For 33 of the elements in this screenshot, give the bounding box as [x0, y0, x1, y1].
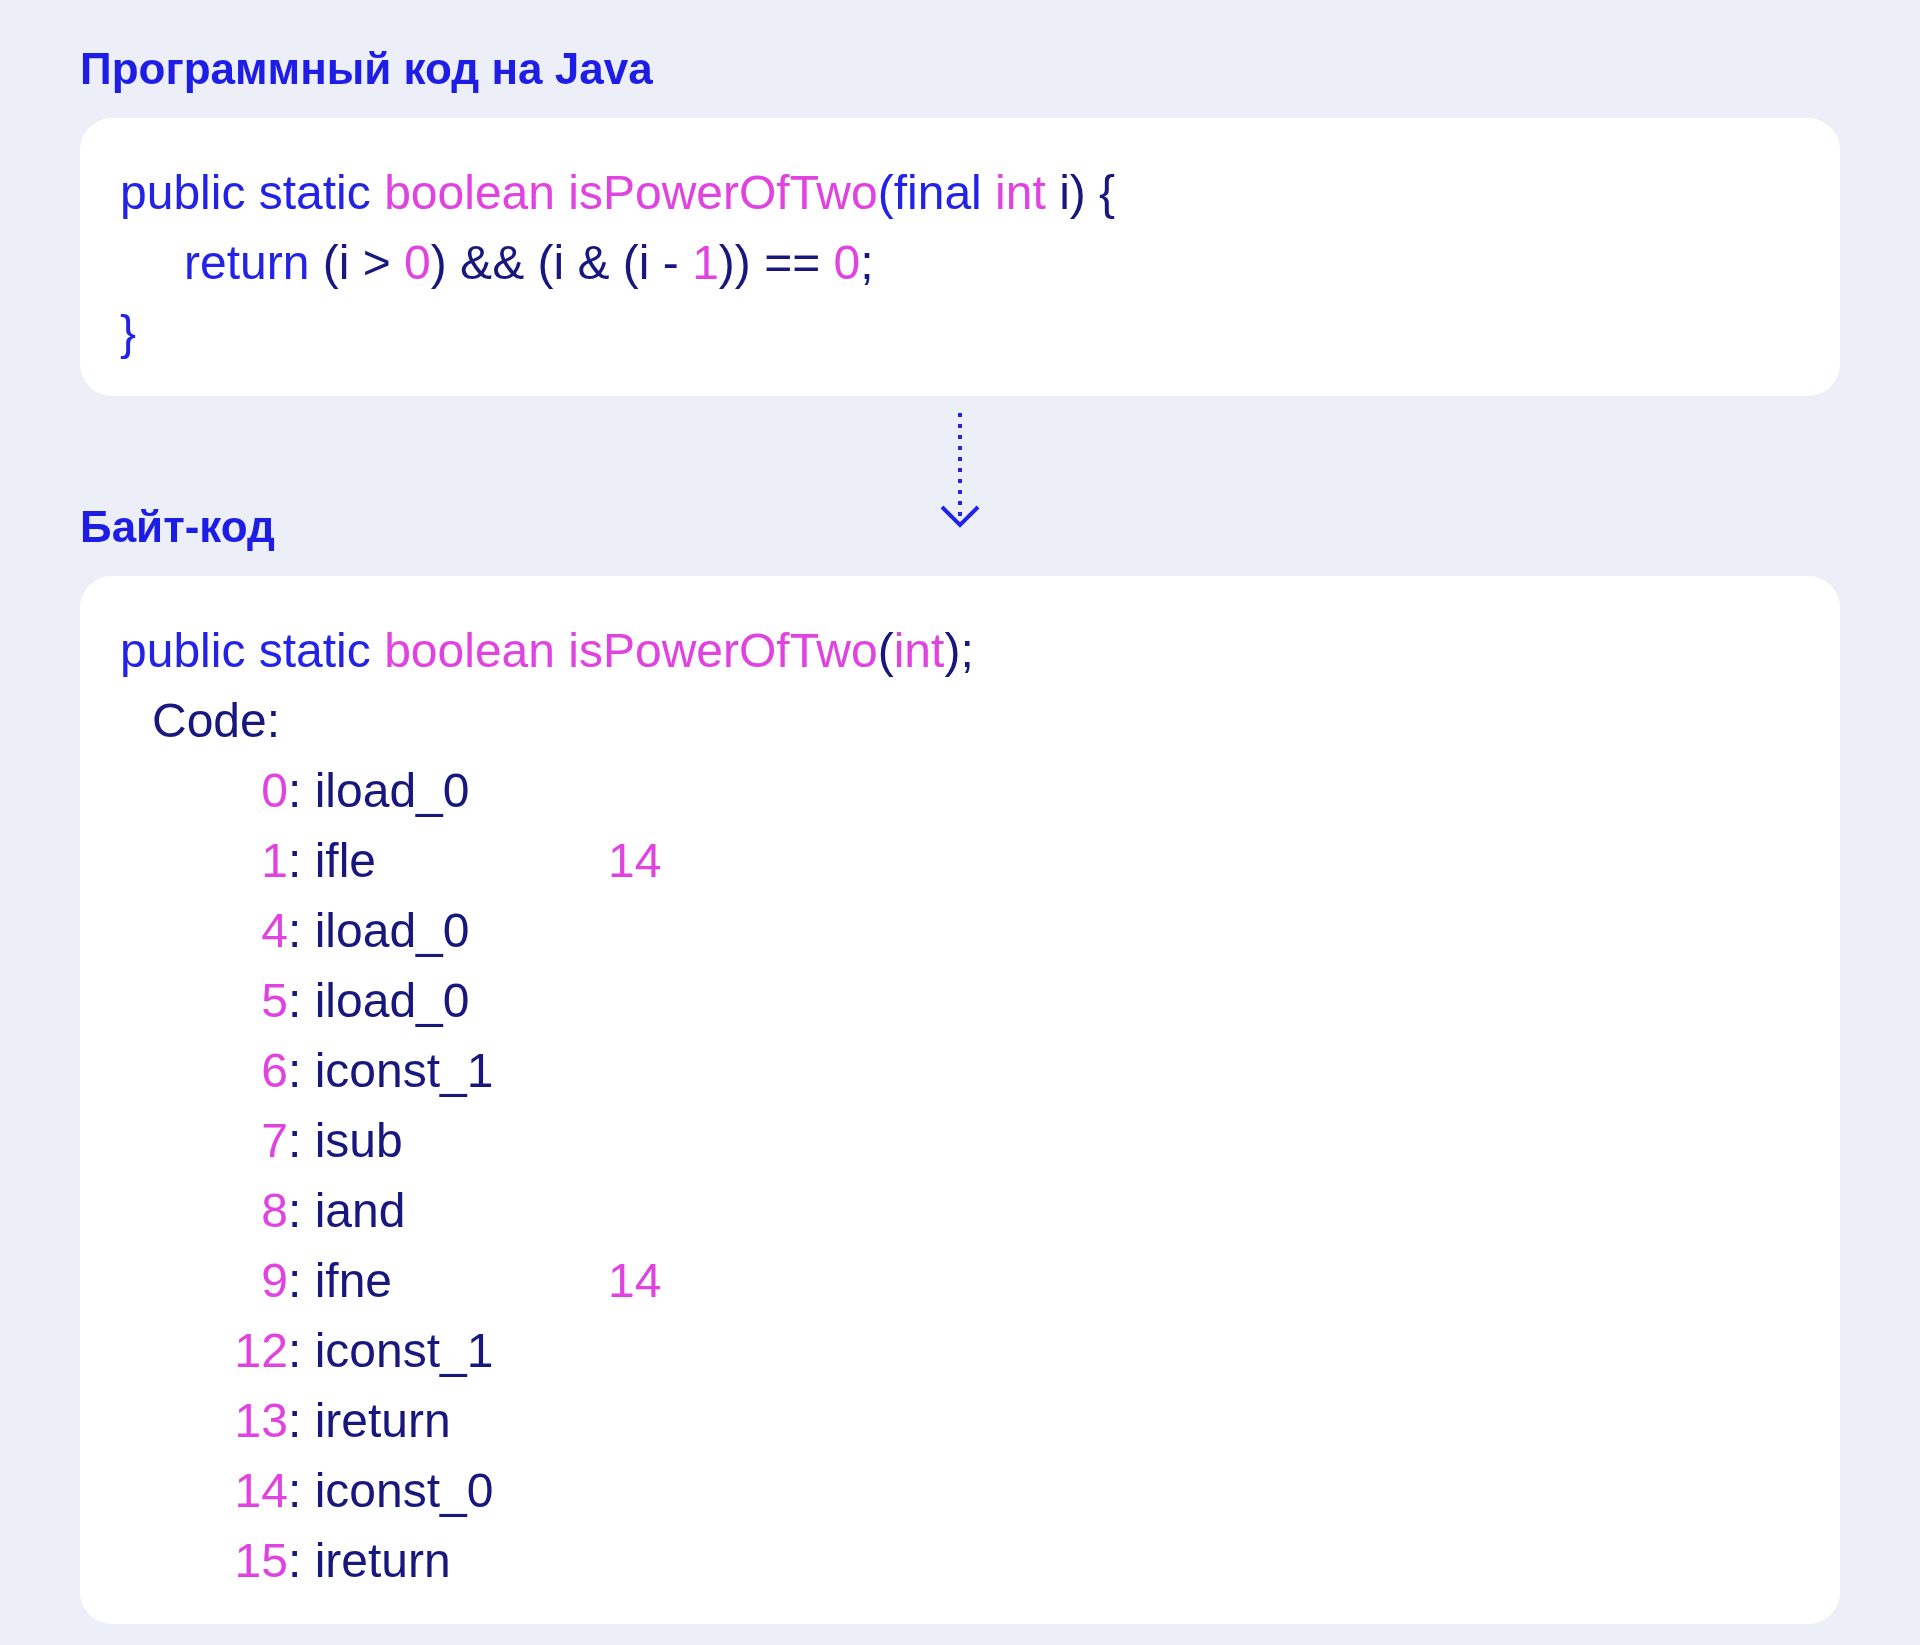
instruction-name: : isub	[288, 1113, 404, 1169]
instruction-offset: 9	[260, 1253, 288, 1309]
code-label: Code:	[151, 693, 282, 749]
code-line: }	[120, 305, 138, 361]
instruction-name: : ifle	[288, 833, 378, 889]
section-title: Программный код на Java	[80, 43, 654, 95]
instruction-offset: 14	[233, 1463, 288, 1519]
instruction-offset: 15	[233, 1533, 288, 1589]
instruction-name: : ireturn	[288, 1393, 452, 1449]
instruction-offset: 7	[260, 1113, 288, 1169]
code-line: public static boolean isPowerOfTwo(int);	[120, 623, 975, 679]
instruction-offset: 4	[260, 903, 288, 959]
instruction-name: : iand	[288, 1183, 407, 1239]
code-line: public static boolean isPowerOfTwo(final int i) {	[120, 165, 1117, 221]
instruction-name: : iconst_1	[288, 1043, 495, 1099]
instruction-offset: 5	[260, 973, 288, 1029]
instruction-name: : iconst_0	[288, 1463, 495, 1519]
instruction-operand: 14	[608, 833, 662, 889]
instruction-name: : iload_0	[288, 903, 471, 959]
instruction-offset: 6	[260, 1043, 288, 1099]
instruction-offset: 12	[233, 1323, 288, 1379]
instruction-operand: 14	[608, 1253, 662, 1309]
instruction-name: : iconst_1	[288, 1323, 495, 1379]
instruction-name: : ifne	[288, 1253, 394, 1309]
instruction-offset: 1	[260, 833, 288, 889]
instruction-offset: 0	[260, 763, 288, 819]
instruction-offset: 8	[260, 1183, 288, 1239]
instruction-offset: 13	[233, 1393, 288, 1449]
instruction-name: : iload_0	[288, 973, 471, 1029]
section-title: Байт-код	[80, 501, 275, 553]
instruction-name: : iload_0	[288, 763, 471, 819]
instruction-name: : ireturn	[288, 1533, 452, 1589]
code-line: return (i > 0) && (i & (i - 1)) == 0;	[183, 235, 875, 291]
